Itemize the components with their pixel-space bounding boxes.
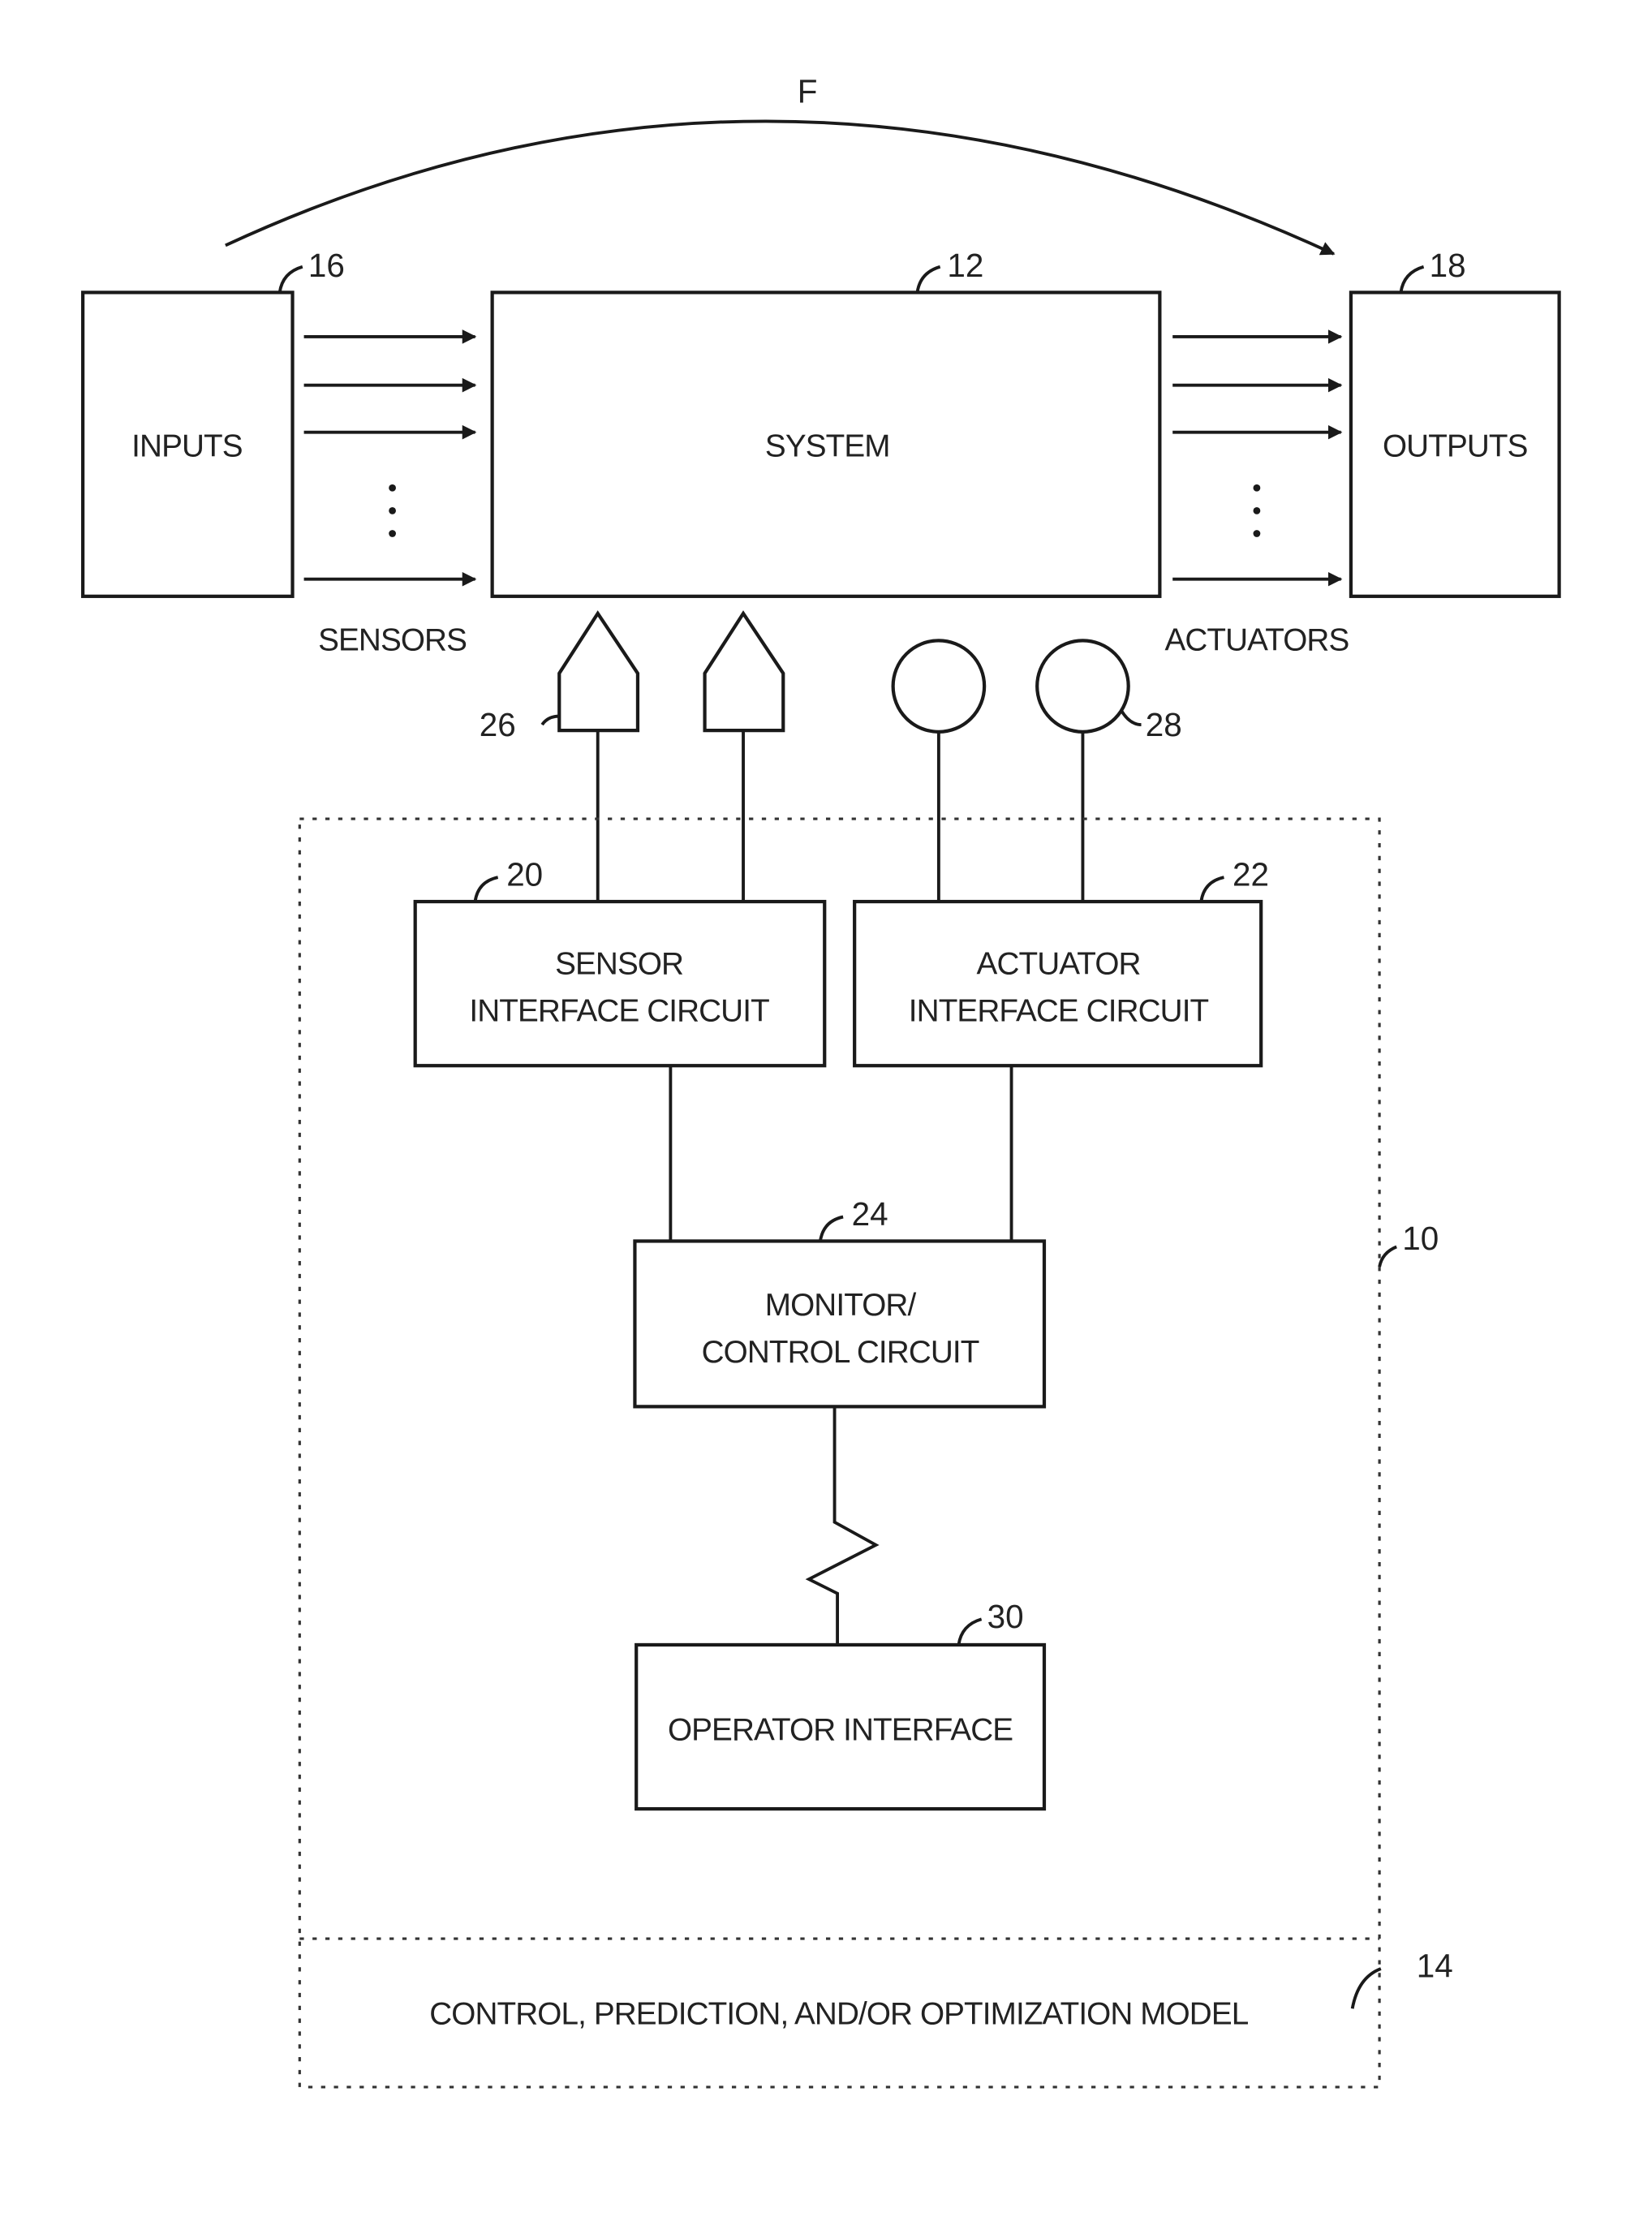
- inputs-block: INPUTS 16: [80, 247, 345, 598]
- sensor-leader: [540, 714, 560, 726]
- ellipsis-dot: [1253, 484, 1261, 492]
- system-block: SYSTEM 12: [490, 247, 1162, 598]
- actuator-interface-leader: [1199, 876, 1224, 902]
- sensor-interface-leader: [473, 876, 499, 902]
- ellipsis-dot: [1253, 530, 1261, 537]
- operator-interface-label: OPERATOR INTERFACE: [668, 1713, 1013, 1748]
- sensor-interface-ref: 20: [506, 856, 543, 893]
- block-diagram: F INPUTS 16 SYSTEM 12 OUTPUTS 18 SENSORS…: [80, 73, 1561, 2089]
- flow-label: F: [798, 73, 818, 110]
- operator-interface-block: OPERATOR INTERFACE 30: [635, 1598, 1047, 1811]
- system-leader: [915, 265, 941, 293]
- control-model-ref: 14: [1417, 1948, 1453, 1985]
- monitor-control-ref: 24: [852, 1195, 888, 1233]
- controller-ref: 10: [1402, 1220, 1439, 1257]
- monitor-control-leader: [819, 1215, 844, 1242]
- sensor-interface-block: SENSOR INTERFACE CIRCUIT 20: [413, 856, 827, 1068]
- sensor-symbol: [703, 610, 785, 902]
- operator-interface-ref: 30: [987, 1598, 1024, 1635]
- sensor-interface-line2: INTERFACE CIRCUIT: [469, 994, 769, 1029]
- sensor-ref: 26: [480, 706, 516, 743]
- sensor-symbol: [557, 610, 640, 902]
- ellipsis-dot: [389, 506, 396, 514]
- input-arrows: [303, 329, 477, 587]
- system-ref: 12: [947, 247, 983, 284]
- monitor-control-block: MONITOR/ CONTROL CIRCUIT 24: [633, 1195, 1047, 1409]
- inputs-ref: 16: [308, 247, 345, 284]
- controller-leader: [1378, 1245, 1397, 1268]
- system-label: SYSTEM: [765, 429, 890, 464]
- monitor-control-line1: MONITOR/: [765, 1288, 917, 1323]
- control-model-label: CONTROL, PREDICTION, AND/OR OPTIMIZATION…: [429, 1997, 1248, 2032]
- sensor-interface-line1: SENSOR: [555, 947, 683, 982]
- inputs-leader: [277, 265, 303, 293]
- inputs-label: INPUTS: [131, 429, 243, 464]
- actuator-interface-ref: 22: [1233, 856, 1269, 893]
- wireless-link-icon: [805, 1406, 880, 1645]
- outputs-label: OUTPUTS: [1383, 429, 1528, 464]
- actuator-interface-line2: INTERFACE CIRCUIT: [909, 994, 1209, 1029]
- actuator-interface-line1: ACTUATOR: [977, 947, 1141, 982]
- actuator-symbol: [1035, 639, 1130, 902]
- actuator-interface-block: ACTUATOR INTERFACE CIRCUIT 22: [853, 856, 1269, 1068]
- actuator-ref: 28: [1146, 706, 1182, 743]
- sensors-label: SENSORS: [318, 623, 467, 658]
- actuator-symbol: [891, 639, 987, 902]
- outputs-leader: [1399, 265, 1425, 293]
- control-model-leader: [1350, 1967, 1382, 2009]
- outputs-ref: 18: [1430, 247, 1466, 284]
- outputs-block: OUTPUTS 18: [1349, 247, 1561, 598]
- ellipsis-dot: [389, 484, 396, 492]
- actuator-leader: [1120, 709, 1142, 726]
- ellipsis-dot: [389, 530, 396, 537]
- actuators-label: ACTUATORS: [1164, 623, 1349, 658]
- ellipsis-dot: [1253, 506, 1261, 514]
- operator-interface-leader: [957, 1617, 983, 1646]
- flow-arc-arrow: [225, 119, 1336, 256]
- monitor-control-line2: CONTROL CIRCUIT: [702, 1335, 979, 1370]
- output-arrows: [1172, 329, 1343, 587]
